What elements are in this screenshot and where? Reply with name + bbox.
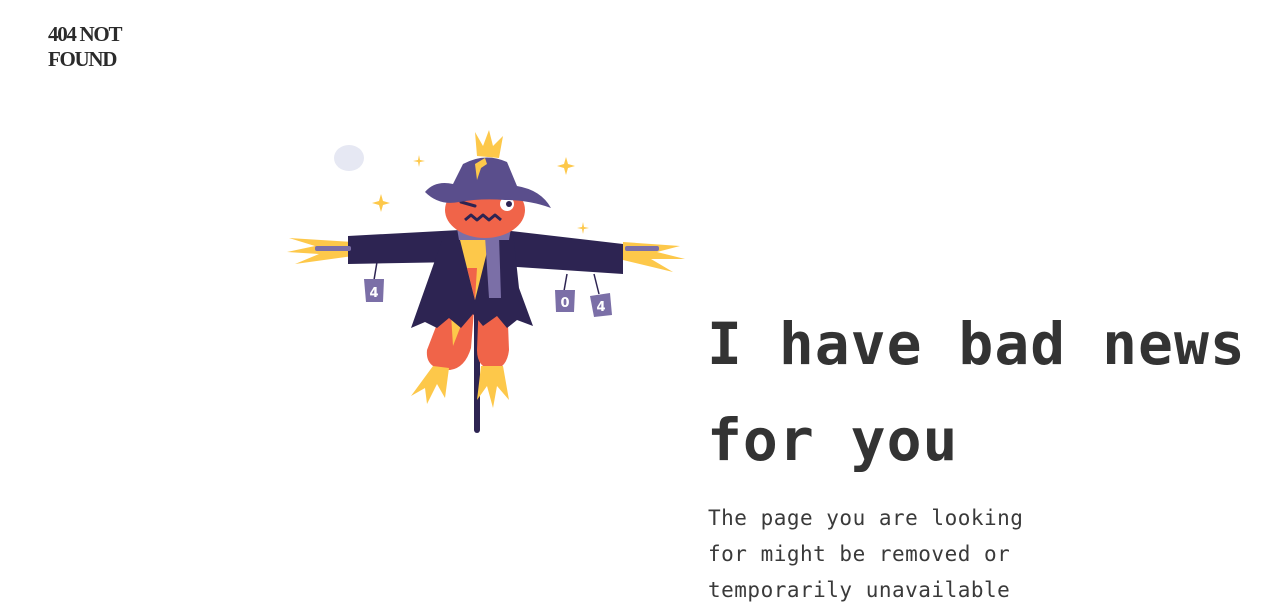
can-label: 4 — [596, 300, 605, 315]
moon-icon — [334, 145, 364, 171]
page-headline: I have bad news for you — [707, 310, 1246, 474]
error-message: The page you are looking for might be re… — [708, 506, 1024, 602]
scarecrow-illustration: 4 0 4 — [285, 128, 690, 438]
can-label: 0 — [560, 296, 569, 311]
can-label: 4 — [369, 286, 378, 301]
site-logo[interactable]: 404 NOT FOUND — [48, 22, 158, 72]
scarecrow-icon: 4 0 4 — [287, 130, 685, 433]
